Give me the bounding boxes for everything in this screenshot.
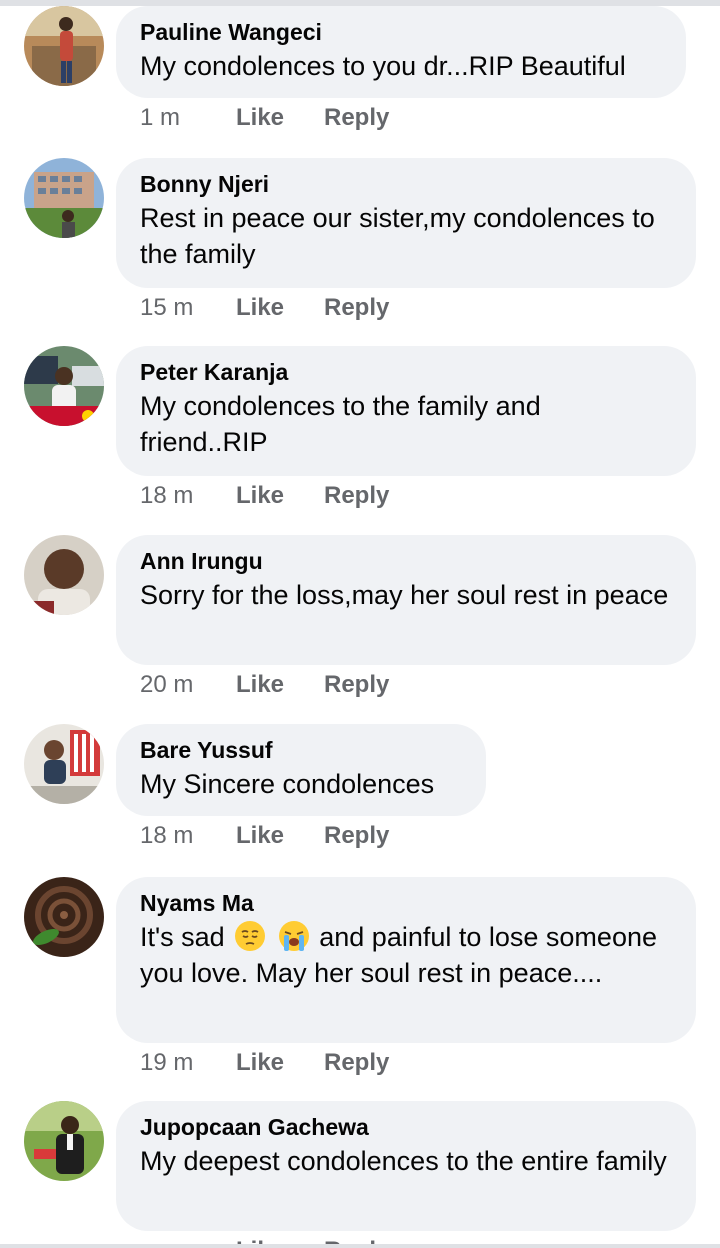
avatar[interactable] xyxy=(24,346,104,426)
comment-text: My condolences to the family and friend.… xyxy=(140,391,541,457)
comment-actions: 1 m Like Reply xyxy=(140,98,389,138)
reply-button[interactable]: Reply xyxy=(324,1049,389,1077)
avatar[interactable] xyxy=(24,6,104,86)
comment-author[interactable]: Pauline Wangeci xyxy=(140,16,662,48)
comment-timestamp: 20 m xyxy=(140,671,194,698)
like-button[interactable]: Like xyxy=(236,671,324,699)
comment-author[interactable]: Ann Irungu xyxy=(140,545,672,577)
comment-text: My condolences to you dr...RIP Beautiful xyxy=(140,51,626,81)
comment-text: My Sincere condolences xyxy=(140,769,435,799)
avatar[interactable] xyxy=(24,158,104,238)
like-button[interactable]: Like xyxy=(236,822,324,850)
comment-timestamp: 18 m xyxy=(140,822,194,849)
like-button[interactable]: Like xyxy=(236,104,324,132)
like-button[interactable]: Like xyxy=(236,1049,324,1077)
comment-text: Sorry for the loss,may her soul rest in … xyxy=(140,580,669,610)
comment-bubble: Peter Karanja My condolences to the fami… xyxy=(116,346,696,476)
comment-actions: 19 m Like Reply xyxy=(140,1043,389,1083)
comment-actions: 18 m Like Reply xyxy=(140,476,389,516)
reply-button[interactable]: Reply xyxy=(324,671,389,699)
comment-timestamp: 18 m xyxy=(140,482,194,509)
comment-author[interactable]: Bare Yussuf xyxy=(140,734,462,766)
avatar[interactable] xyxy=(24,535,104,615)
comment-timestamp: 1 m xyxy=(140,104,181,131)
like-button[interactable]: Like xyxy=(236,294,324,322)
reply-button[interactable]: Reply xyxy=(324,482,389,510)
comment-author[interactable]: Bonny Njeri xyxy=(140,168,672,200)
comment-bubble: Jupopcaan Gachewa My deepest condolences… xyxy=(116,1101,696,1231)
comment-text-part1: It's sad xyxy=(140,922,225,952)
reply-button[interactable]: Reply xyxy=(324,104,389,132)
comment-bubble: Pauline Wangeci My condolences to you dr… xyxy=(116,6,686,98)
comment-author[interactable]: Jupopcaan Gachewa xyxy=(140,1111,672,1143)
comment-timestamp: 15 m xyxy=(140,294,194,321)
comment-timestamp: 19 m xyxy=(140,1049,194,1076)
comments-screen: Pauline Wangeci My condolences to you dr… xyxy=(0,0,720,1248)
comment-bubble: Bonny Njeri Rest in peace our sister,my … xyxy=(116,158,696,288)
comment-text: My deepest condolences to the entire fam… xyxy=(140,1146,667,1176)
comment-actions: 20 m Like Reply xyxy=(140,665,389,705)
comment-bubble: Bare Yussuf My Sincere condolences xyxy=(116,724,486,816)
reply-button[interactable]: Reply xyxy=(324,294,389,322)
comment-bubble: Ann Irungu Sorry for the loss,may her so… xyxy=(116,535,696,665)
reply-button[interactable]: Reply xyxy=(324,822,389,850)
avatar[interactable] xyxy=(24,877,104,957)
avatar[interactable] xyxy=(24,724,104,804)
bottom-divider xyxy=(0,1244,720,1248)
comment-text: It's sad and painful to lose someone you… xyxy=(140,919,672,991)
comment-actions: 15 m Like Reply xyxy=(140,288,389,328)
comment-bubble: Nyams Ma It's sad and painful to lose so… xyxy=(116,877,696,1043)
avatar[interactable] xyxy=(24,1101,104,1181)
comment-author[interactable]: Peter Karanja xyxy=(140,356,672,388)
loudly-crying-face-emoji-icon xyxy=(278,921,309,951)
comment-actions: 18 m Like Reply xyxy=(140,816,389,856)
pensive-face-emoji-icon xyxy=(235,921,266,951)
comment-author[interactable]: Nyams Ma xyxy=(140,887,672,919)
comment-text: Rest in peace our sister,my condolences … xyxy=(140,203,655,269)
like-button[interactable]: Like xyxy=(236,482,324,510)
